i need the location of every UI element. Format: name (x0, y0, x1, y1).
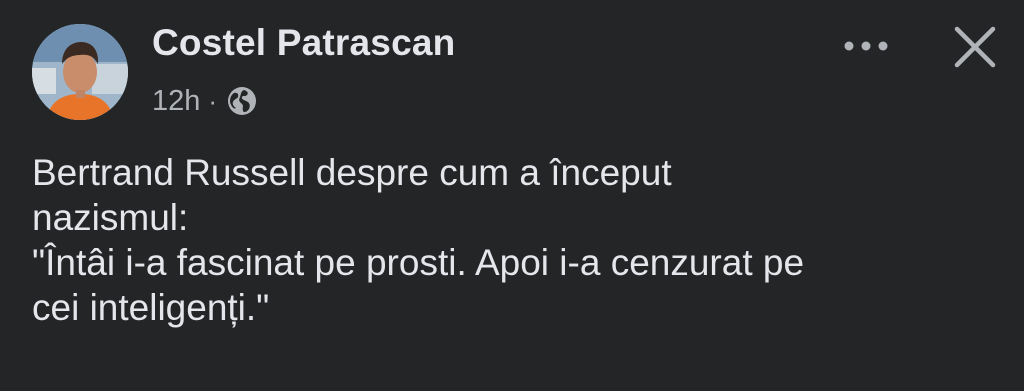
post-text-line: Bertrand Russell despre cum a început (32, 152, 672, 193)
facebook-post: Costel Patrascan 12h · Bertrand Russell … (0, 0, 1024, 391)
close-button[interactable] (946, 18, 1004, 76)
post-text: Bertrand Russell despre cum a început na… (32, 150, 1002, 330)
meta-separator: · (208, 85, 218, 116)
post-text-line: "Întâi i-a fascinat pe prosti. Apoi i-a … (32, 242, 805, 283)
more-options-icon (844, 41, 888, 51)
post-time[interactable]: 12h (152, 85, 200, 118)
globe-icon[interactable] (225, 84, 259, 118)
author-name[interactable]: Costel Patrascan (152, 22, 455, 64)
more-options-button[interactable] (836, 26, 896, 66)
post-meta: 12h · (152, 84, 259, 118)
post-text-line: nazismul: (32, 197, 189, 238)
avatar-photo (32, 24, 128, 120)
close-icon (954, 26, 996, 68)
post-text-line: cei inteligenți." (32, 287, 270, 328)
avatar[interactable] (32, 24, 128, 120)
